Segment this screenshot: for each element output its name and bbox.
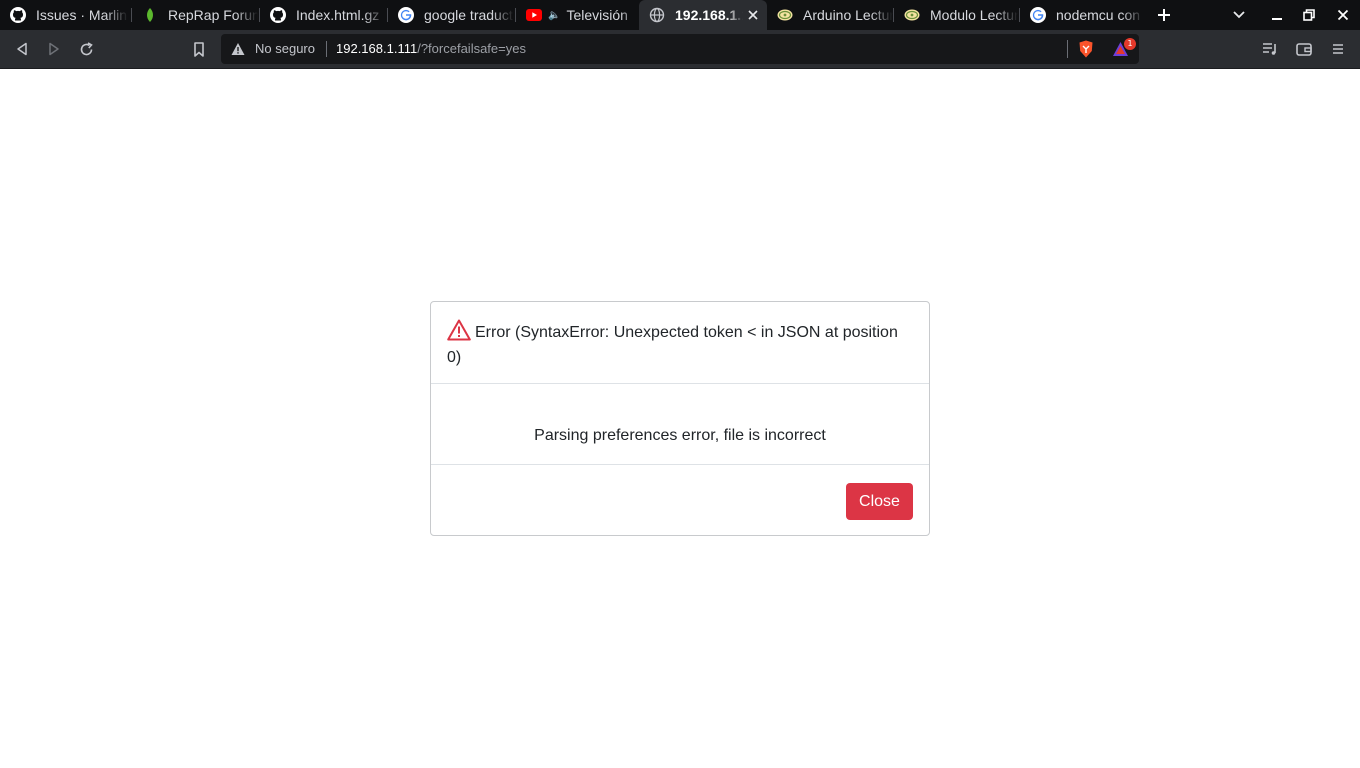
- tab-active-192-168-1-111[interactable]: 192.168.1.111: [639, 0, 767, 30]
- tab-list-chevron-down-icon[interactable]: [1230, 6, 1248, 24]
- address-bar[interactable]: No seguro 192.168.1.111/?forcefailsafe=y…: [221, 34, 1139, 64]
- minimize-window-icon[interactable]: [1268, 6, 1286, 24]
- tab-title: Arduino Lectura: [803, 7, 893, 23]
- browser-toolbar: No seguro 192.168.1.111/?forcefailsafe=y…: [0, 30, 1360, 69]
- github-icon: [270, 7, 286, 23]
- tab-issues-marlin[interactable]: Issues · Marlin: [0, 0, 128, 30]
- reload-icon[interactable]: [77, 40, 95, 58]
- close-window-icon[interactable]: [1334, 6, 1352, 24]
- tab-title: RepRap Forum: [168, 7, 258, 23]
- security-status-label[interactable]: No seguro: [255, 41, 315, 56]
- close-button[interactable]: Close: [846, 483, 913, 520]
- close-tab-icon[interactable]: [747, 7, 759, 23]
- back-icon[interactable]: [13, 40, 31, 58]
- speaker-icon[interactable]: 🔈: [548, 10, 560, 21]
- tab-title: 192.168.1.111: [675, 7, 743, 23]
- media-playlist-icon[interactable]: [1261, 40, 1279, 58]
- forward-icon[interactable]: [45, 40, 63, 58]
- tab-nodemcu[interactable]: nodemcu con: [1020, 0, 1144, 30]
- globe-icon: [649, 7, 665, 23]
- tab-title: Modulo Lectura: [930, 7, 1018, 23]
- github-icon: [10, 7, 26, 23]
- omnibox-divider: [326, 41, 327, 57]
- tab-title: Index.html.gz: [296, 7, 380, 23]
- arduino-icon: [777, 7, 793, 23]
- tab-arduino-lectura[interactable]: Arduino Lectura: [767, 0, 893, 30]
- wallet-icon[interactable]: [1295, 40, 1313, 58]
- tab-index-html[interactable]: Index.html.gz: [260, 0, 386, 30]
- tab-title: Issues · Marlin: [36, 7, 128, 23]
- tab-title: Televisión: [566, 7, 628, 23]
- tab-modulo-lectura[interactable]: Modulo Lectura: [894, 0, 1018, 30]
- dialog-title-text: Error (SyntaxError: Unexpected token < i…: [447, 324, 898, 366]
- url-path: /?forcefailsafe=yes: [417, 41, 526, 56]
- reprap-icon: [142, 7, 158, 23]
- menu-icon[interactable]: [1329, 40, 1347, 58]
- rewards-badge: 1: [1124, 38, 1136, 50]
- warning-triangle-icon: [447, 319, 471, 341]
- warning-icon[interactable]: [231, 42, 245, 56]
- restore-window-icon[interactable]: [1300, 6, 1318, 24]
- tab-television[interactable]: 🔈 Televisión: [516, 0, 638, 30]
- new-tab-plus-icon[interactable]: [1155, 6, 1173, 24]
- tab-title: google traductor: [424, 7, 514, 23]
- youtube-icon: [526, 7, 542, 23]
- arduino-icon: [904, 7, 920, 23]
- url-host: 192.168.1.111: [336, 41, 418, 56]
- error-dialog: Error (SyntaxError: Unexpected token < i…: [430, 301, 930, 536]
- brave-shields-icon[interactable]: [1078, 40, 1094, 58]
- bookmark-icon[interactable]: [190, 40, 208, 58]
- google-icon: [1030, 7, 1046, 23]
- tab-strip: Issues · Marlin RepRap Forum Index.html.…: [0, 0, 1360, 30]
- tab-reprap-forum[interactable]: RepRap Forum: [132, 0, 258, 30]
- tab-google-traductor[interactable]: google traductor: [388, 0, 514, 30]
- dialog-header: Error (SyntaxError: Unexpected token < i…: [431, 302, 929, 384]
- dialog-title: Error (SyntaxError: Unexpected token < i…: [447, 319, 913, 370]
- url-text[interactable]: 192.168.1.111/?forcefailsafe=yes: [336, 41, 526, 56]
- dialog-message: Parsing preferences error, file is incor…: [534, 427, 826, 444]
- google-icon: [398, 7, 414, 23]
- dialog-body: Parsing preferences error, file is incor…: [431, 384, 929, 465]
- omnibox-divider: [1067, 40, 1068, 58]
- tab-title: nodemcu con: [1056, 7, 1141, 23]
